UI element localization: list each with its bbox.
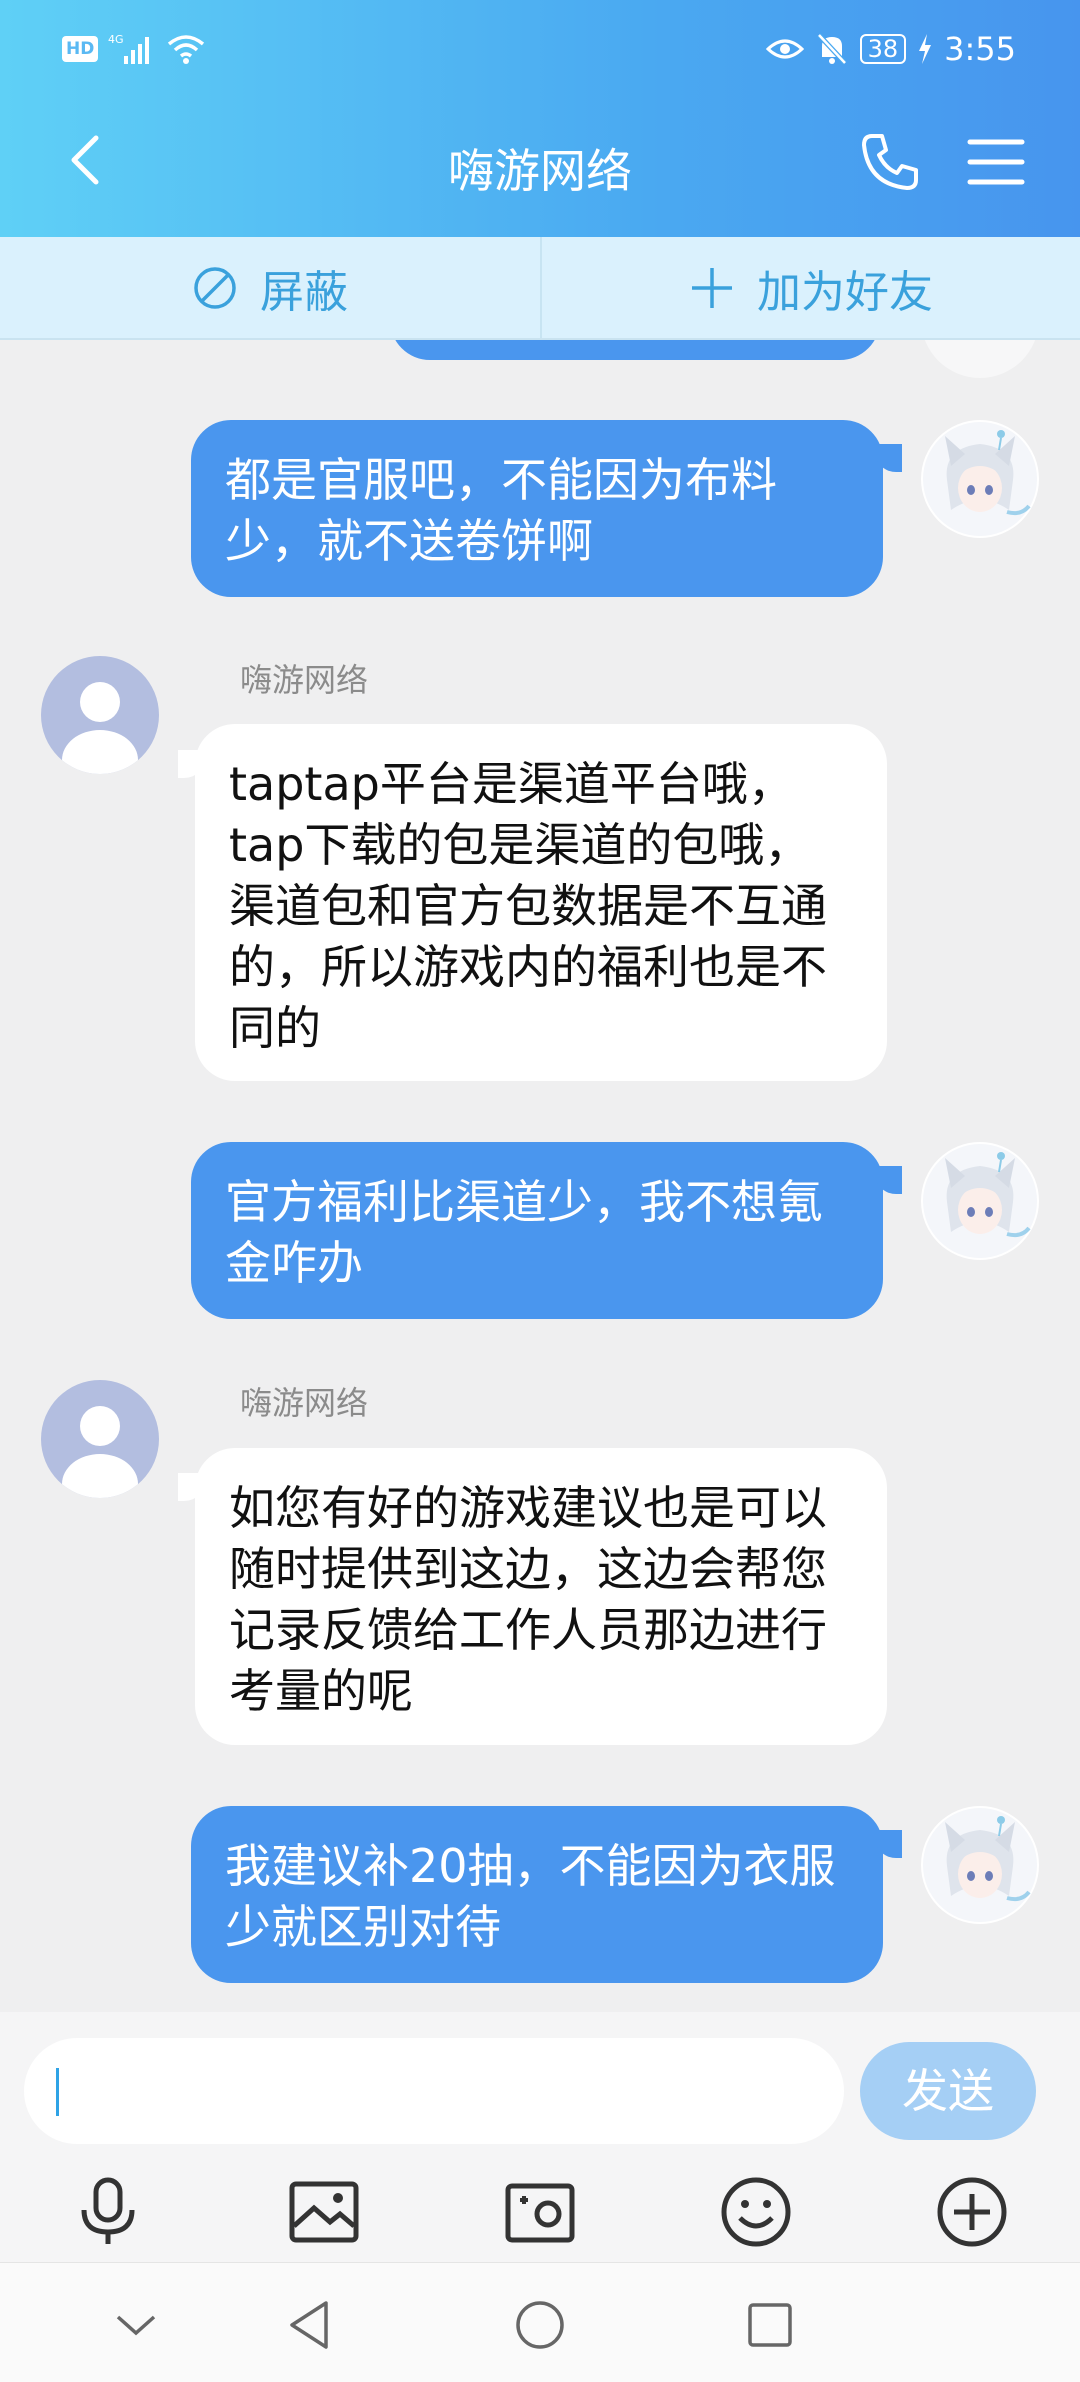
block-icon bbox=[194, 266, 236, 309]
network-type-label: 4G bbox=[108, 33, 124, 46]
add-friend-button[interactable]: 加为好友 bbox=[542, 237, 1080, 338]
emoji-icon[interactable] bbox=[718, 2174, 794, 2250]
microphone-icon[interactable] bbox=[70, 2174, 146, 2250]
message-bubble-partial bbox=[390, 340, 880, 360]
message-bubble[interactable]: 都是官服吧，不能因为布料少，就不送卷饼啊 bbox=[191, 420, 883, 597]
status-bar: HD 4G 38 3:55 bbox=[0, 0, 1080, 100]
message-bubble[interactable]: 我建议补20抽，不能因为衣服少就区别对待 bbox=[191, 1806, 883, 1983]
mute-bell-icon bbox=[816, 33, 847, 65]
image-icon[interactable] bbox=[286, 2174, 362, 2250]
message-bubble[interactable]: taptap平台是渠道平台哦，tap下载的包是渠道的包哦，渠道包和官方包数据是不… bbox=[195, 724, 887, 1081]
anime-avatar-icon bbox=[923, 1808, 1037, 1922]
plus-icon[interactable] bbox=[934, 2174, 1010, 2250]
user-avatar[interactable] bbox=[921, 1806, 1039, 1924]
plus-icon bbox=[692, 267, 732, 308]
block-label: 屏蔽 bbox=[260, 266, 348, 318]
contact-avatar[interactable] bbox=[41, 656, 159, 774]
user-avatar[interactable] bbox=[921, 340, 1039, 378]
user-avatar[interactable] bbox=[921, 1142, 1039, 1260]
wifi-icon bbox=[168, 35, 205, 64]
cellular-signal-icon: 4G bbox=[108, 33, 150, 64]
user-avatar[interactable] bbox=[921, 420, 1039, 538]
hd-badge: HD bbox=[62, 36, 99, 62]
text-cursor bbox=[56, 2068, 59, 2116]
nav-recents-icon[interactable] bbox=[742, 2297, 798, 2353]
nav-home-icon[interactable] bbox=[512, 2297, 568, 2353]
top-bar: HD 4G 38 3:55 嗨游网络 bbox=[0, 0, 1080, 237]
charging-icon bbox=[919, 34, 932, 64]
send-button[interactable]: 发送 bbox=[860, 2042, 1036, 2140]
chat-header: 嗨游网络 bbox=[0, 110, 1080, 220]
sender-name: 嗨游网络 bbox=[240, 661, 369, 699]
input-bar: 发送 bbox=[0, 2012, 1080, 2262]
default-avatar-icon bbox=[62, 682, 138, 774]
message-bubble[interactable]: 官方福利比渠道少，我不想氪金咋办 bbox=[191, 1142, 883, 1319]
add-friend-label: 加为好友 bbox=[757, 266, 933, 318]
action-bar: 屏蔽 加为好友 bbox=[0, 237, 1080, 340]
battery-level: 38 bbox=[859, 34, 907, 64]
eye-icon bbox=[765, 39, 804, 59]
anime-avatar-icon bbox=[923, 422, 1037, 536]
sender-name: 嗨游网络 bbox=[240, 1384, 369, 1422]
camera-icon[interactable] bbox=[502, 2174, 578, 2250]
message-bubble[interactable]: 如您有好的游戏建议也是可以随时提供到这边，这边会帮您记录反馈给工作人员那边进行考… bbox=[195, 1448, 887, 1745]
default-avatar-icon bbox=[62, 1406, 138, 1498]
input-toolbar bbox=[0, 2162, 1080, 2262]
chevron-down-icon[interactable] bbox=[108, 2297, 164, 2353]
status-time: 3:55 bbox=[944, 30, 1016, 68]
phone-icon[interactable] bbox=[858, 130, 922, 194]
nav-back-icon[interactable] bbox=[282, 2297, 338, 2353]
message-input[interactable] bbox=[24, 2038, 844, 2144]
menu-icon[interactable] bbox=[966, 132, 1026, 192]
message-list[interactable]: 都是官服吧，不能因为布料少，就不送卷饼啊 嗨游网络 taptap平台是渠道平台哦… bbox=[0, 340, 1080, 2012]
block-button[interactable]: 屏蔽 bbox=[0, 237, 540, 338]
contact-avatar[interactable] bbox=[41, 1380, 159, 1498]
anime-avatar-icon bbox=[923, 1144, 1037, 1258]
system-nav-bar bbox=[0, 2262, 1080, 2382]
